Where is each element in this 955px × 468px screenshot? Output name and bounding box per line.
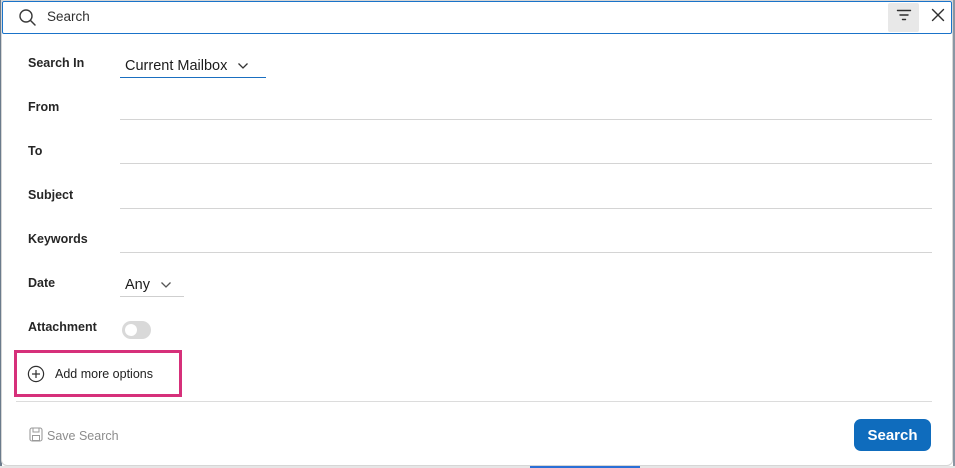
filter-icon [896,8,912,27]
chevron-down-icon [237,58,249,74]
chevron-down-icon [160,277,172,293]
add-more-options-button[interactable]: Add more options [14,350,182,397]
advanced-search-panel: Search Search In Current Mailbox From To… [1,0,953,466]
close-icon [931,8,945,27]
search-button-label: Search [867,426,918,444]
add-more-options-label: Add more options [55,366,153,381]
save-icon [29,427,43,445]
date-label: Date [28,276,56,290]
from-label: From [28,100,60,114]
close-button[interactable] [923,3,952,32]
date-dropdown[interactable]: Any [120,274,184,297]
toggle-knob [125,324,137,336]
keywords-field[interactable] [120,252,932,253]
subject-label: Subject [28,188,74,202]
attachment-toggle[interactable] [122,321,151,339]
from-field[interactable] [120,119,932,120]
to-field[interactable] [120,163,932,164]
to-label: To [28,144,43,158]
search-in-dropdown[interactable]: Current Mailbox [120,54,266,78]
filter-button[interactable] [888,3,919,32]
date-value: Any [125,277,150,293]
subject-field[interactable] [120,208,932,209]
add-circle-icon [27,365,45,383]
save-search-label: Save Search [47,429,119,443]
app-root: Search Search In Current Mailbox From To… [0,0,955,468]
footer-divider [16,401,932,402]
search-in-value: Current Mailbox [125,57,228,74]
search-button[interactable]: Search [854,419,931,451]
search-bar[interactable]: Search [2,1,952,34]
attachment-label: Attachment [28,320,97,334]
search-icon [18,8,38,28]
keywords-label: Keywords [28,232,88,246]
save-search-button[interactable]: Save Search [29,427,119,445]
search-input[interactable]: Search [47,9,90,24]
search-in-label: Search In [28,56,85,70]
